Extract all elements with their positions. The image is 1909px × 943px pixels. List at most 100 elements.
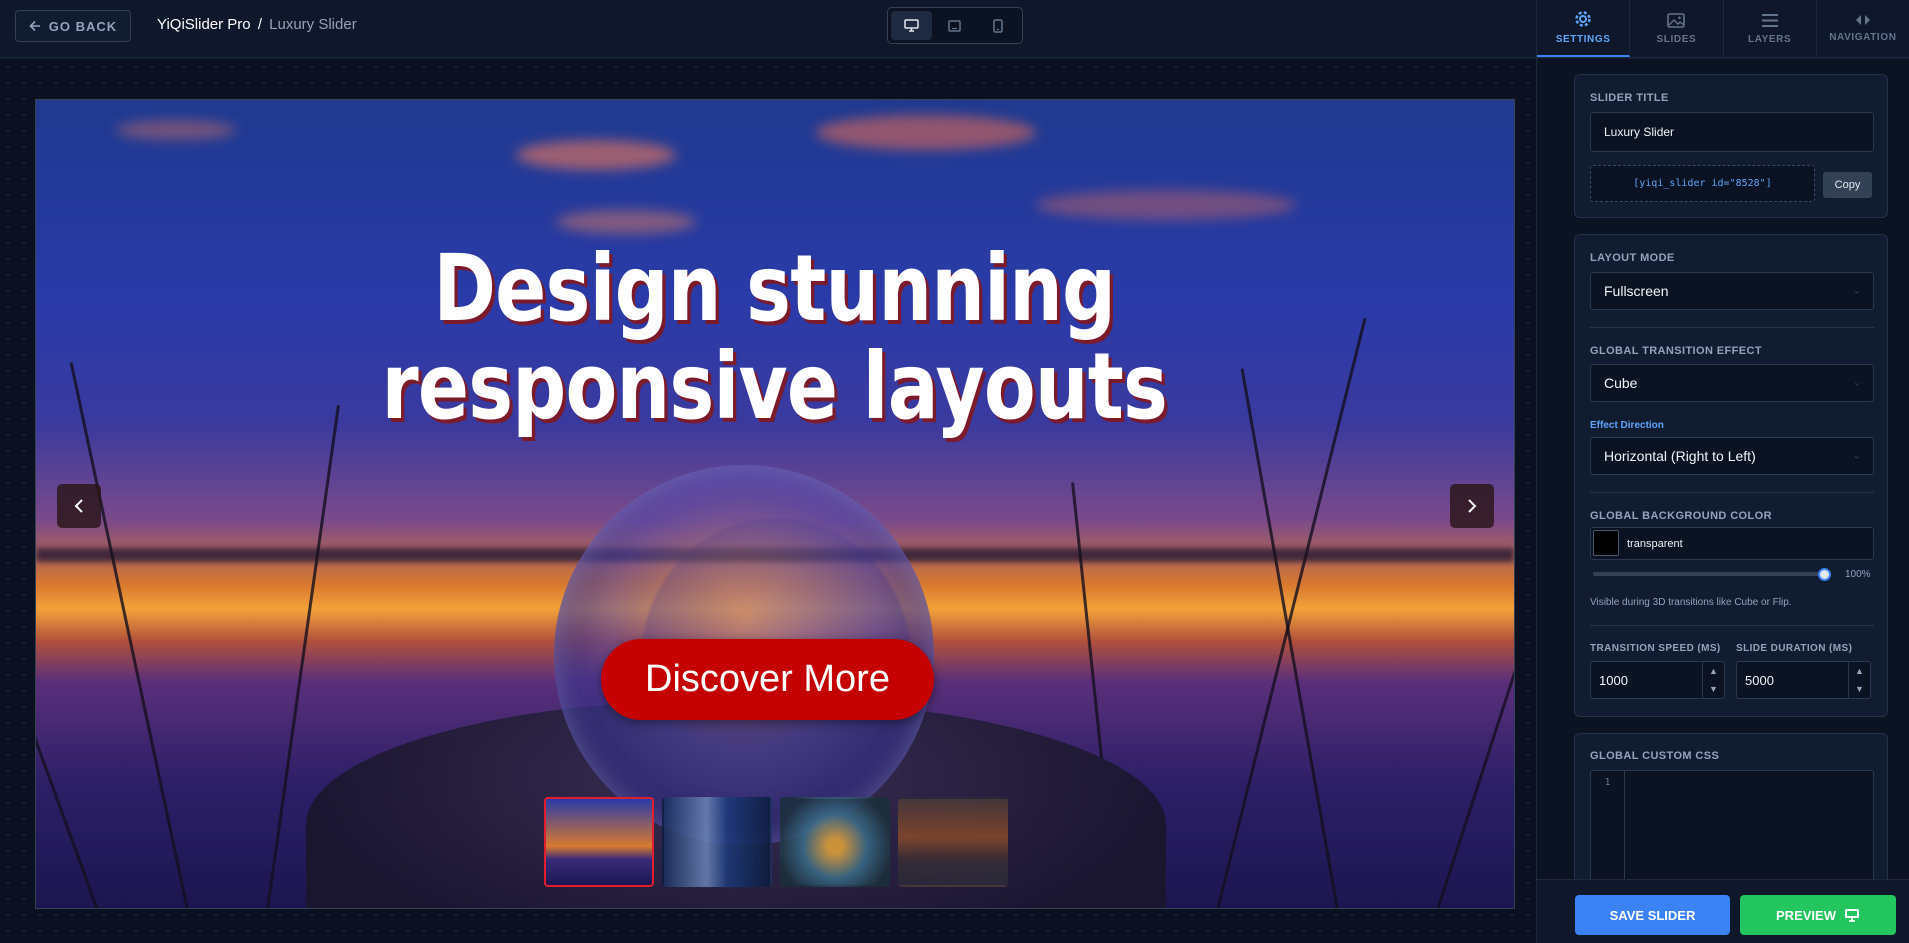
- background-color-hint: Visible during 3D transitions like Cube …: [1590, 597, 1792, 608]
- custom-css-card: GLOBAL CUSTOM CSS 1: [1574, 733, 1888, 879]
- headline-line-2: responsive layouts: [381, 333, 1168, 440]
- breadcrumb-separator: /: [257, 16, 262, 33]
- tab-layers[interactable]: LAYERS: [1724, 0, 1817, 57]
- reed: [1240, 368, 1339, 908]
- preview-button[interactable]: PREVIEW: [1740, 895, 1896, 935]
- thumbnail-3[interactable]: [780, 797, 890, 887]
- slider-title-card: SLIDER TITLE Luxury Slider [yiqi_slider …: [1574, 74, 1888, 218]
- slide-duration-value: 5000: [1745, 672, 1774, 688]
- transition-effect-label: GLOBAL TRANSITION EFFECT: [1590, 345, 1762, 357]
- mobile-icon: [993, 18, 1004, 33]
- background-color-value: transparent: [1627, 537, 1683, 550]
- cloud: [116, 120, 236, 140]
- effect-direction-select[interactable]: Horizontal (Right to Left) ⌄: [1590, 437, 1874, 475]
- copy-shortcode-button[interactable]: Copy: [1823, 172, 1872, 198]
- image-icon: [1667, 12, 1686, 28]
- panel-footer: SAVE SLIDER PREVIEW: [1537, 879, 1909, 943]
- desktop-view-button[interactable]: [891, 11, 933, 40]
- chevron-right-icon: [1468, 499, 1477, 513]
- custom-css-editor[interactable]: 1: [1590, 770, 1874, 879]
- layers-icon: [1761, 13, 1778, 27]
- divider: [1590, 492, 1874, 493]
- caret-down-icon[interactable]: ▼: [1709, 684, 1718, 694]
- effect-direction-label: Effect Direction: [1590, 420, 1664, 431]
- save-slider-button[interactable]: SAVE SLIDER: [1575, 895, 1730, 935]
- discover-more-button[interactable]: Discover More: [601, 639, 934, 720]
- background-color-label: GLOBAL BACKGROUND COLOR: [1590, 510, 1772, 522]
- background-color-input[interactable]: transparent: [1590, 527, 1874, 560]
- panel-tabs: SETTINGS SLIDES LAYERS NAVIGATION: [1537, 0, 1909, 58]
- headline-line-1: Design stunning: [433, 235, 1116, 342]
- transition-speed-input[interactable]: 1000 ▲ ▼: [1590, 661, 1725, 699]
- go-back-button[interactable]: GO BACK: [15, 10, 131, 42]
- tab-navigation-label: NAVIGATION: [1829, 32, 1897, 43]
- breadcrumb-current: Luxury Slider: [269, 16, 357, 33]
- reed: [36, 543, 99, 908]
- color-swatch[interactable]: [1593, 530, 1619, 556]
- panel-body: SLIDER TITLE Luxury Slider [yiqi_slider …: [1537, 59, 1909, 879]
- preview-label: PREVIEW: [1776, 907, 1836, 923]
- transition-effect-value: Cube: [1604, 375, 1638, 391]
- slide-headline[interactable]: Design stunning responsive layouts: [168, 240, 1380, 436]
- thumbnail-navigation: [544, 797, 1008, 887]
- opacity-slider-track[interactable]: [1593, 572, 1824, 576]
- effect-direction-value: Horizontal (Right to Left): [1604, 448, 1756, 464]
- slide-preview[interactable]: Design stunning responsive layouts Disco…: [35, 99, 1515, 909]
- divider: [1590, 625, 1874, 626]
- next-slide-arrow[interactable]: [1450, 484, 1494, 528]
- reed: [69, 361, 189, 908]
- slide-duration-input[interactable]: 5000 ▲ ▼: [1736, 661, 1871, 699]
- chevron-down-icon: ⌄: [1852, 285, 1861, 297]
- tab-slides-label: SLIDES: [1656, 33, 1697, 45]
- monitor-icon: [1844, 909, 1859, 922]
- transition-effect-select[interactable]: Cube ⌄: [1590, 364, 1874, 402]
- go-back-label: GO BACK: [48, 18, 118, 34]
- cloud: [556, 210, 696, 234]
- tablet-icon: [948, 19, 962, 32]
- transition-speed-label: TRANSITION SPEED (MS): [1590, 643, 1721, 654]
- shortcode-display[interactable]: [yiqi_slider id="8528"]: [1590, 165, 1815, 202]
- caret-down-icon[interactable]: ▼: [1855, 684, 1864, 694]
- tab-layers-label: LAYERS: [1748, 33, 1792, 45]
- tablet-view-button[interactable]: [934, 11, 975, 40]
- tab-slides[interactable]: SLIDES: [1630, 0, 1724, 57]
- chevron-left-icon: [74, 499, 83, 513]
- chevron-down-icon: ⌄: [1852, 377, 1861, 389]
- cloud: [1036, 190, 1296, 220]
- tab-navigation[interactable]: NAVIGATION: [1817, 0, 1909, 57]
- gear-icon: [1575, 11, 1591, 27]
- transition-speed-stepper[interactable]: ▲ ▼: [1702, 662, 1724, 698]
- breadcrumb: YiQiSlider Pro / Luxury Slider: [157, 16, 357, 33]
- top-bar: GO BACK YiQiSlider Pro / Luxury Slider: [0, 0, 1536, 58]
- desktop-icon: [904, 19, 919, 32]
- thumbnail-4[interactable]: [898, 797, 1008, 887]
- tab-settings-label: SETTINGS: [1555, 34, 1611, 45]
- layout-mode-value: Fullscreen: [1604, 283, 1669, 299]
- layout-settings-card: LAYOUT MODE Fullscreen ⌄ GLOBAL TRANSITI…: [1574, 234, 1888, 717]
- opacity-value: 100%: [1845, 569, 1871, 580]
- caret-up-icon[interactable]: ▲: [1855, 666, 1864, 676]
- mobile-view-button[interactable]: [978, 11, 1019, 40]
- opacity-slider-handle[interactable]: [1818, 568, 1831, 581]
- slider-title-input[interactable]: Luxury Slider: [1590, 112, 1874, 152]
- chevron-down-icon: ⌄: [1852, 450, 1861, 462]
- layout-mode-select[interactable]: Fullscreen ⌄: [1590, 272, 1874, 310]
- cloud: [816, 115, 1036, 150]
- slide-duration-label: SLIDE DURATION (MS): [1736, 643, 1853, 654]
- arrow-left-icon: [29, 20, 40, 32]
- thumbnail-1[interactable]: [544, 797, 654, 887]
- device-switcher: [887, 7, 1023, 44]
- slide-duration-stepper[interactable]: ▲ ▼: [1848, 662, 1870, 698]
- divider: [1590, 327, 1874, 328]
- tab-settings[interactable]: SETTINGS: [1537, 0, 1631, 57]
- thumbnail-2[interactable]: [662, 797, 772, 887]
- caret-up-icon[interactable]: ▲: [1709, 666, 1718, 676]
- navigation-arrows-icon: [1855, 15, 1870, 25]
- line-number-gutter: 1: [1591, 771, 1625, 879]
- transition-speed-value: 1000: [1599, 672, 1628, 688]
- prev-slide-arrow[interactable]: [57, 484, 101, 528]
- breadcrumb-app-name: YiQiSlider Pro: [157, 16, 251, 33]
- cloud: [516, 140, 676, 170]
- custom-css-label: GLOBAL CUSTOM CSS: [1590, 750, 1720, 762]
- slider-title-label: SLIDER TITLE: [1590, 92, 1669, 104]
